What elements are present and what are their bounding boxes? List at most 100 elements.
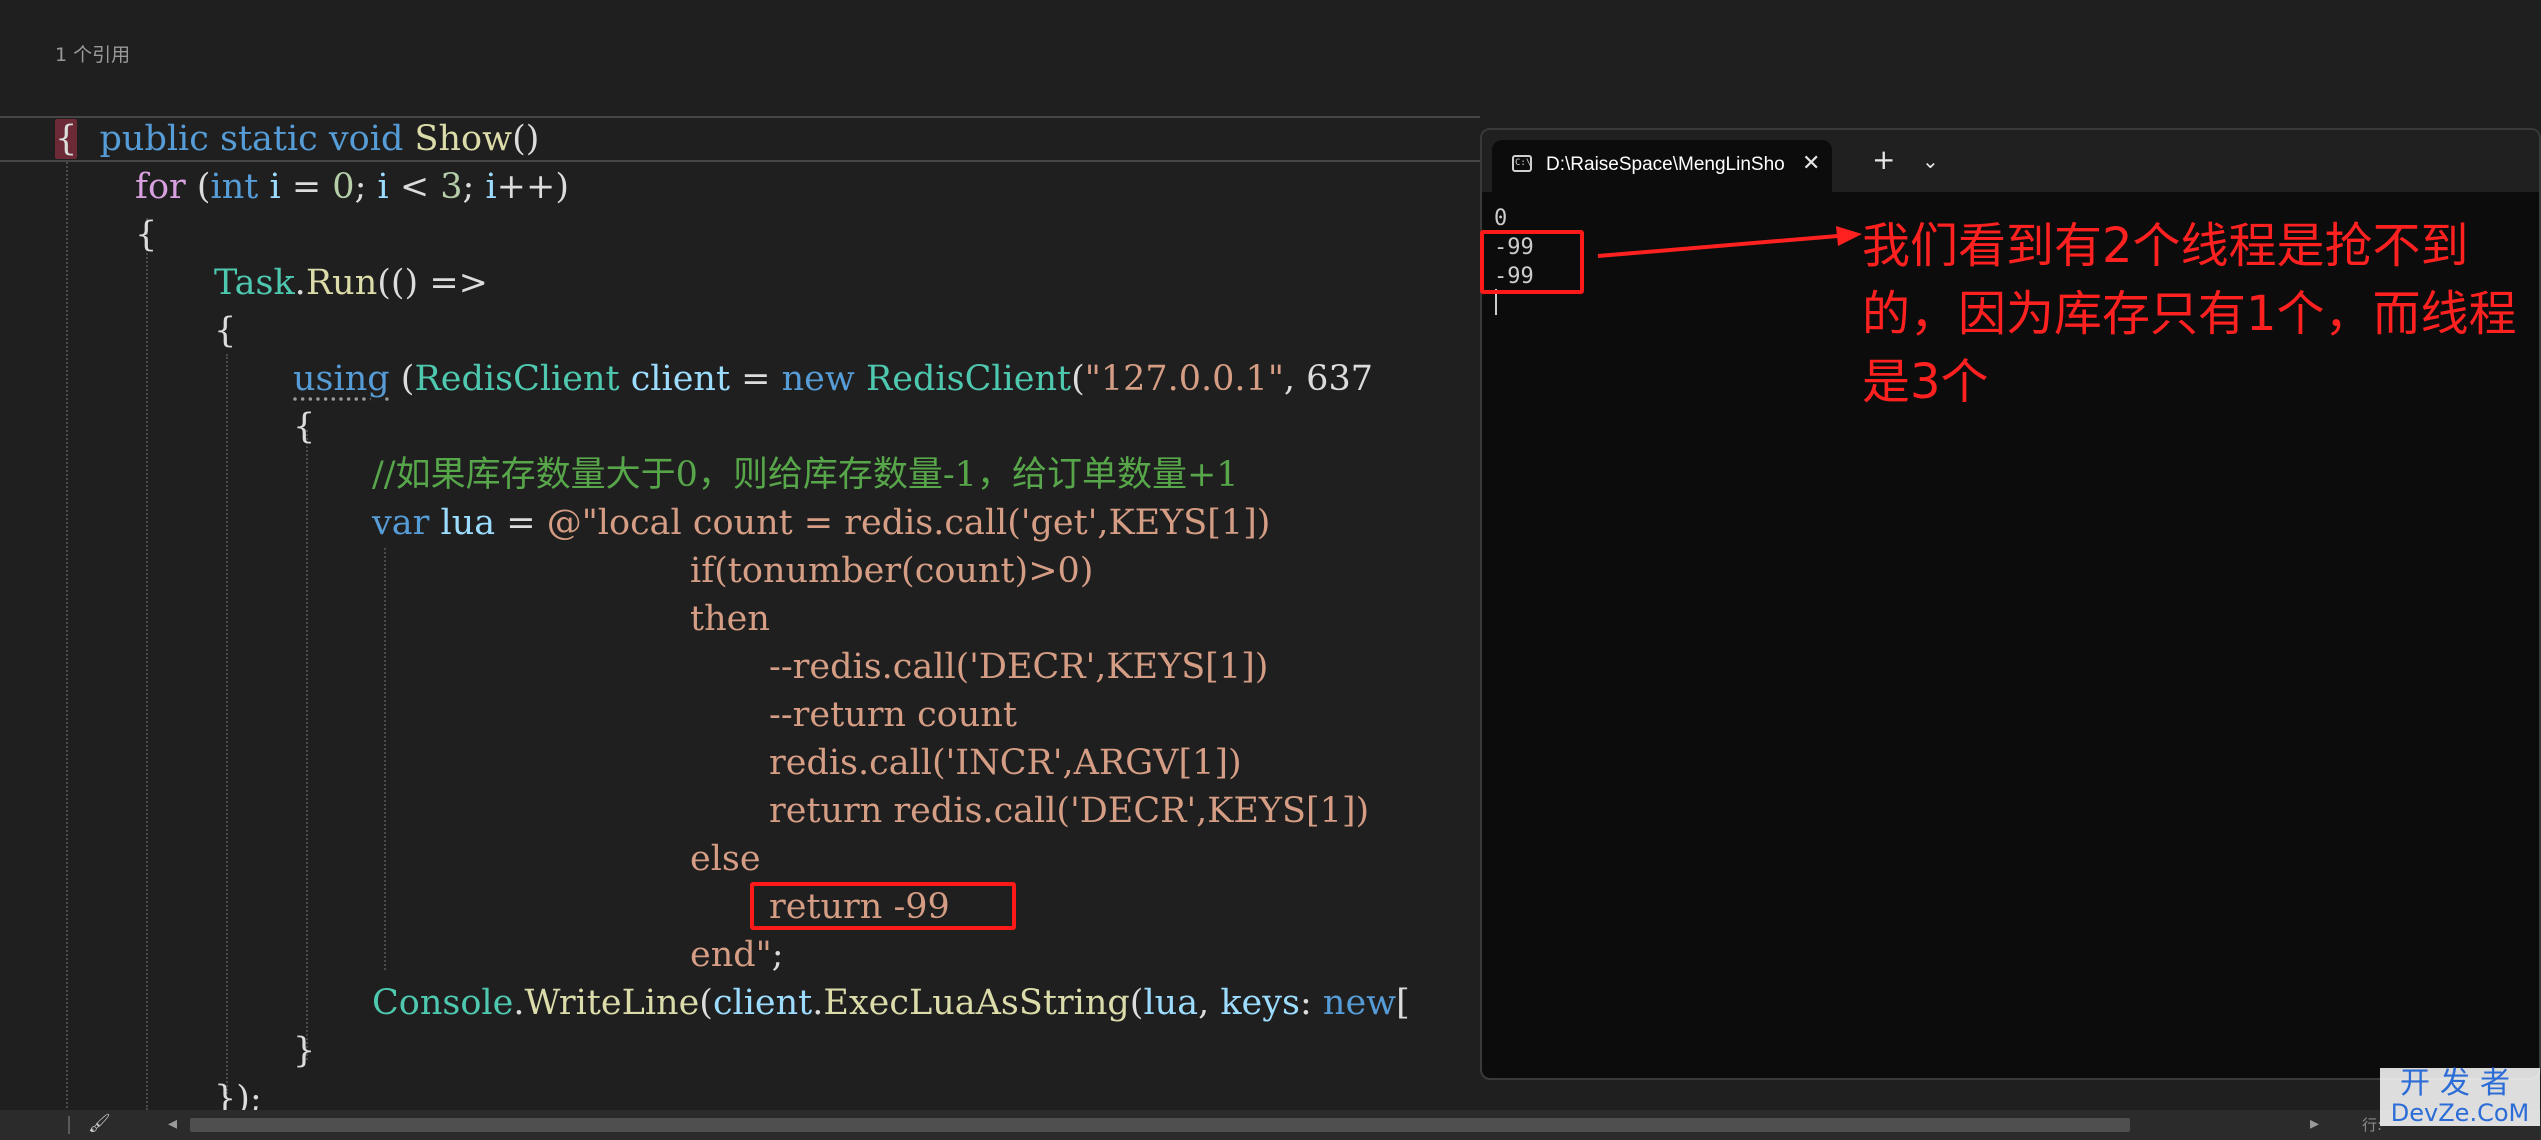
token-keyword: using: [293, 359, 390, 399]
token-comment: //如果库存数量大于0，则给库存数量-1，给订单数量+1: [372, 455, 1239, 495]
code-line-16[interactable]: return redis.call('DECR',KEYS[1]): [769, 787, 1369, 835]
code-line-13[interactable]: --redis.call('DECR',KEYS[1]): [769, 643, 1268, 691]
token-punctuation: :: [1299, 983, 1323, 1023]
token-punctuation: (: [699, 983, 713, 1023]
token-identifier: client: [712, 983, 813, 1023]
indent-guide: [226, 354, 228, 1094]
indent-guide: [146, 218, 148, 1110]
token-punctuation: , 637: [1283, 359, 1373, 399]
code-line-1[interactable]: public static void Show(): [55, 67, 540, 159]
token-punctuation: (): [512, 119, 540, 159]
indent-guide: [306, 430, 308, 1060]
code-cleanup-icon[interactable]: 🖌: [88, 1112, 111, 1136]
token-keyword: public: [99, 119, 209, 159]
token-keyword: void: [328, 119, 404, 159]
editor-status-strip: 🖌 ◂ ▸ 行:: [0, 1110, 2541, 1140]
token-method-name: ExecLuaAsString: [823, 983, 1130, 1023]
token-identifier: lua: [440, 503, 496, 543]
token-identifier: keys: [1220, 983, 1300, 1023]
token-operator: =: [730, 359, 782, 399]
token-punctuation: (: [389, 359, 415, 399]
code-line-3[interactable]: for (int i = 0; i < 3; i++): [135, 163, 569, 211]
token-operator: =: [280, 167, 333, 207]
terminal-tab[interactable]: C:\ D:\RaiseSpace\MengLinShopp ✕: [1492, 140, 1832, 192]
token-punctuation: (() =>: [377, 263, 488, 303]
token-type: Console: [372, 983, 514, 1023]
scroll-right-icon[interactable]: ▸: [2310, 1112, 2319, 1136]
token-string: @"local count = redis.call('get',KEYS[1]…: [546, 503, 1271, 543]
code-line-21[interactable]: }: [293, 1027, 315, 1075]
code-line-6[interactable]: {: [214, 307, 236, 355]
token-punctuation: (: [1071, 359, 1085, 399]
token-identifier: client: [630, 359, 731, 399]
horizontal-scrollbar[interactable]: [190, 1118, 2130, 1132]
watermark-top: 开发者: [2400, 1066, 2520, 1101]
codelens-references[interactable]: 1 个引用: [55, 40, 130, 67]
token-punctuation: (: [185, 167, 211, 207]
token-brace-matched: {: [55, 119, 78, 159]
token-brace: }: [293, 1031, 316, 1071]
console-icon: C:\: [1512, 155, 1532, 172]
token-punctuation: [: [1396, 983, 1410, 1023]
token-brace: {: [214, 311, 237, 351]
code-line-7[interactable]: using (RedisClient client = new RedisCli…: [293, 355, 1373, 403]
token-keyword: static: [220, 119, 318, 159]
token-brace: {: [135, 215, 158, 255]
code-line-14[interactable]: --return count: [769, 691, 1017, 739]
highlight-box-output: [1480, 230, 1584, 294]
code-line-9[interactable]: //如果库存数量大于0，则给库存数量-1，给订单数量+1: [372, 451, 1239, 499]
indent-guide: [66, 162, 68, 1110]
code-line-8[interactable]: {: [293, 403, 315, 451]
code-line-22[interactable]: });: [214, 1075, 262, 1110]
new-tab-button[interactable]: +: [1872, 146, 1895, 174]
token-identifier: lua: [1143, 983, 1199, 1023]
code-line-19[interactable]: end";: [690, 931, 784, 979]
token-method-name: WriteLine: [524, 983, 700, 1023]
token-number: 0: [332, 167, 355, 207]
code-line-5[interactable]: Task.Run(() =>: [214, 259, 488, 307]
token-method-name: Show: [414, 119, 513, 159]
code-line-15[interactable]: redis.call('INCR',ARGV[1]): [769, 739, 1242, 787]
token-punctuation: .: [513, 983, 525, 1023]
token-punctuation: .: [812, 983, 824, 1023]
output-line: 0: [1494, 206, 1508, 231]
token-punctuation: });: [214, 1079, 262, 1110]
terminal-tab-bar: C:\ D:\RaiseSpace\MengLinShopp ✕ + ⌄: [1482, 130, 2539, 192]
token-keyword: var: [372, 503, 430, 543]
code-line-17[interactable]: else: [690, 835, 761, 883]
token-type: RedisClient: [865, 359, 1072, 399]
token-type: Task: [214, 263, 295, 303]
separator: [68, 1116, 70, 1134]
scroll-left-icon[interactable]: ◂: [168, 1112, 177, 1136]
watermark-bottom: DevZe.CoM: [2390, 1099, 2530, 1127]
token-punctuation: ;: [462, 167, 486, 207]
token-string: end": [690, 935, 772, 975]
token-string: "127.0.0.1": [1084, 359, 1284, 399]
code-line-11[interactable]: if(tonumber(count)>0): [690, 547, 1093, 595]
code-line-10[interactable]: var lua = @"local count = redis.call('ge…: [372, 499, 1270, 547]
token-operator: <: [388, 167, 441, 207]
token-number: 3: [440, 167, 463, 207]
chevron-down-icon[interactable]: ⌄: [1922, 148, 1939, 174]
token-keyword: new: [1322, 983, 1397, 1023]
token-punctuation: ;: [771, 935, 784, 975]
token-control-keyword: for: [135, 167, 186, 207]
token-operator: ++): [496, 167, 569, 207]
indent-guide: [384, 548, 386, 970]
token-punctuation: (: [1129, 983, 1144, 1023]
close-icon[interactable]: ✕: [1802, 150, 1820, 178]
token-operator: =: [495, 503, 547, 543]
token-punctuation: ;: [354, 167, 378, 207]
code-line-2[interactable]: {: [55, 115, 78, 163]
code-line-4[interactable]: {: [135, 211, 157, 259]
code-line-12[interactable]: then: [690, 595, 770, 643]
annotation-text: 我们看到有2个线程是抢不到的，因为库存只有1个，而线程是3个: [1862, 218, 2517, 410]
token-punctuation: ,: [1198, 983, 1221, 1023]
terminal-tab-title: D:\RaiseSpace\MengLinShopp: [1546, 154, 1786, 175]
highlight-box-return: [750, 882, 1016, 930]
token-identifier: i: [485, 167, 497, 207]
token-method-name: Run: [305, 263, 378, 303]
watermark: 开发者 DevZe.CoM: [2380, 1068, 2540, 1126]
code-line-20[interactable]: Console.WriteLine(client.ExecLuaAsString…: [372, 979, 1410, 1027]
token-keyword: new: [781, 359, 855, 399]
